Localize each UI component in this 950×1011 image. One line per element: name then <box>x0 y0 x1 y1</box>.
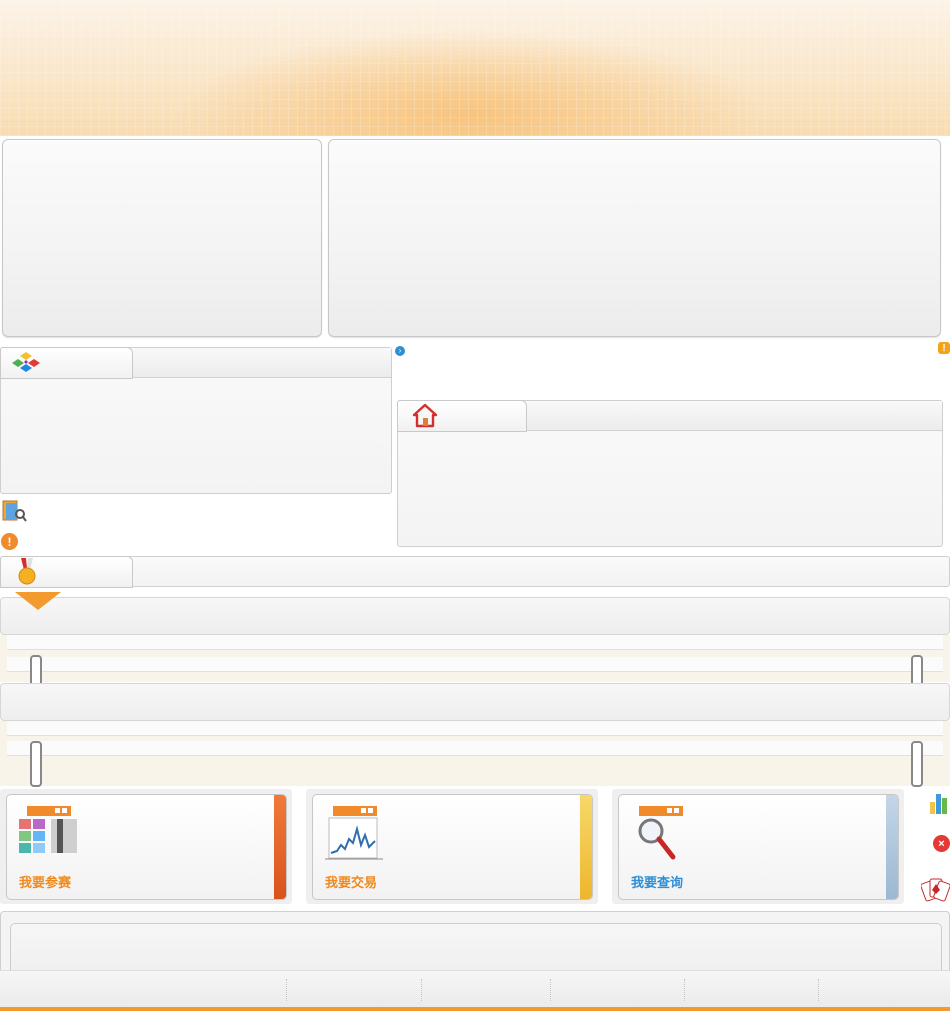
trade-label: 我要交易 <box>325 876 378 891</box>
book-magnifier-icon[interactable] <box>0 498 28 524</box>
trade-card-container: 我要交易 <box>306 789 598 904</box>
left-hook <box>30 741 42 787</box>
trade-stripe <box>580 795 592 899</box>
scroll-strip-2-paper-2 <box>7 741 943 756</box>
join-card[interactable]: 我要参赛 <box>6 794 287 900</box>
magnifier-window-icon <box>631 805 691 863</box>
house-icon <box>412 403 438 429</box>
nav-separator <box>421 979 422 1001</box>
right-hook <box>911 741 923 787</box>
scroll-strip-2-paper <box>7 721 943 736</box>
nav-separator <box>286 979 287 1001</box>
colorful-cubes-icon <box>11 351 41 375</box>
header-banner <box>0 0 950 136</box>
orange-tab-marker <box>15 592 61 610</box>
footer-accent-line <box>0 1007 950 1011</box>
warning-icon: ! <box>1 533 18 550</box>
query-card-container: 我要查询 <box>612 789 904 904</box>
section-b-box <box>397 400 943 547</box>
nav-separator <box>550 979 551 1001</box>
exclamation-badge-icon[interactable]: ! <box>938 342 950 354</box>
scroll-strip-2-body <box>0 721 950 787</box>
nav-separator <box>684 979 685 1001</box>
scroll-strip-1-paper <box>7 635 943 650</box>
join-card-container: 我要参赛 <box>0 789 292 904</box>
join-label: 我要参赛 <box>19 876 72 891</box>
section-c-bar <box>0 556 950 588</box>
close-circle-icon[interactable]: × <box>933 835 950 852</box>
query-stripe <box>886 795 898 899</box>
medal-icon <box>15 558 39 586</box>
playing-cards-icon[interactable] <box>921 874 950 904</box>
query-card[interactable]: 我要查询 <box>618 794 899 900</box>
line-chart-window-icon <box>325 805 385 863</box>
top-right-panel <box>328 139 941 337</box>
join-stripe <box>274 795 286 899</box>
scroll-strip-1-body <box>0 635 950 701</box>
scroll-strip-1-bar <box>0 597 950 635</box>
data-grid-icon <box>19 805 79 863</box>
trade-card[interactable]: 我要交易 <box>312 794 593 900</box>
footer-nav <box>0 970 950 1007</box>
scroll-strip-1-paper-2 <box>7 657 943 672</box>
bar-chart-icon[interactable] <box>928 788 950 816</box>
nav-separator <box>818 979 819 1001</box>
query-label: 我要查询 <box>631 876 684 891</box>
top-left-panel <box>2 139 322 337</box>
circle-arrow-icon[interactable]: › <box>395 346 405 356</box>
scroll-strip-2-bar <box>0 683 950 721</box>
section-a-box <box>0 347 392 494</box>
